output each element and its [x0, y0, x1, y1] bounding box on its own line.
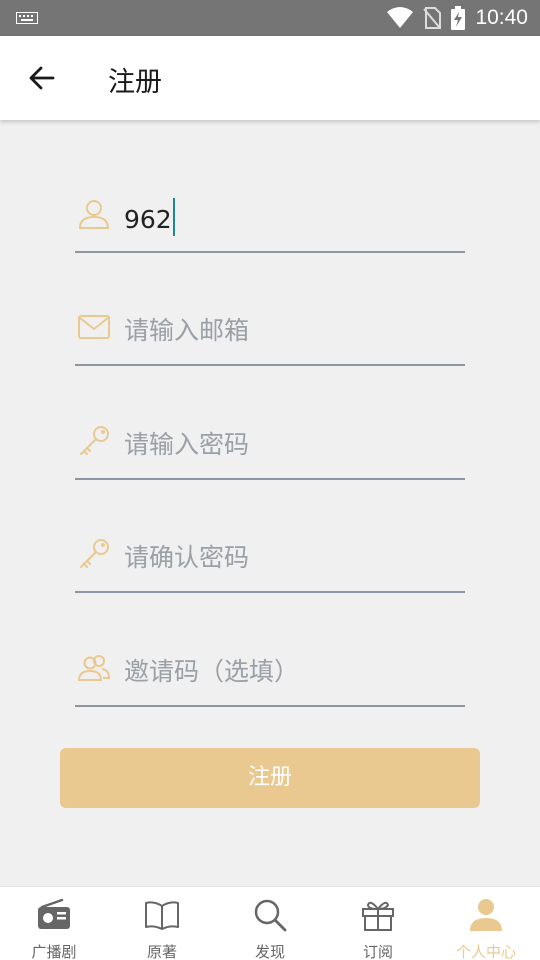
- nav-item-original-work[interactable]: 原著: [108, 887, 216, 960]
- password-input[interactable]: 请输入密码: [124, 425, 249, 461]
- invite-code-input[interactable]: 邀请码（选填）: [124, 652, 299, 688]
- user-icon: [78, 200, 110, 229]
- bottom-nav: 广播剧 原著 发现 订阅 个人中心: [0, 886, 540, 960]
- no-sim-icon: [423, 7, 442, 29]
- email-input[interactable]: 请输入邮箱: [124, 311, 249, 347]
- nav-item-profile[interactable]: 个人中心: [432, 887, 540, 960]
- nav-item-radio-drama[interactable]: 广播剧: [0, 887, 108, 960]
- status-bar: 10:40: [0, 0, 540, 36]
- nav-label: 订阅: [362, 943, 393, 960]
- radio-icon: [38, 898, 70, 929]
- group-icon: [77, 655, 111, 681]
- wifi-icon: [387, 7, 414, 28]
- nav-label: 发现: [254, 943, 285, 960]
- app-bar: 注册: [0, 36, 540, 120]
- text-cursor: [172, 198, 175, 236]
- nav-label: 个人中心: [455, 943, 516, 960]
- mail-icon: [78, 315, 110, 339]
- key-icon: [80, 539, 109, 568]
- search-icon: [254, 899, 287, 932]
- person-icon: [470, 899, 502, 931]
- status-time: 10:40: [475, 6, 528, 29]
- nav-item-discover[interactable]: 发现: [216, 887, 324, 960]
- username-field[interactable]: 962: [75, 193, 465, 253]
- key-icon: [80, 426, 109, 455]
- nav-label: 原著: [146, 943, 177, 960]
- username-input[interactable]: 962: [124, 198, 175, 236]
- invite-code-field[interactable]: 邀请码（选填）: [75, 647, 465, 707]
- battery-charging-icon: [451, 6, 466, 30]
- page-title: 注册: [108, 67, 162, 98]
- gift-icon: [362, 901, 394, 931]
- password-field[interactable]: 请输入密码: [75, 420, 465, 480]
- keyboard-icon: [16, 12, 38, 24]
- email-field[interactable]: 请输入邮箱: [75, 306, 465, 366]
- confirm-password-field[interactable]: 请确认密码: [75, 533, 465, 593]
- nav-item-subscribe[interactable]: 订阅: [324, 887, 432, 960]
- back-arrow-icon[interactable]: [26, 62, 58, 94]
- nav-label: 广播剧: [31, 943, 77, 960]
- register-button[interactable]: 注册: [60, 748, 480, 808]
- book-icon: [145, 901, 179, 930]
- confirm-password-input[interactable]: 请确认密码: [124, 538, 249, 574]
